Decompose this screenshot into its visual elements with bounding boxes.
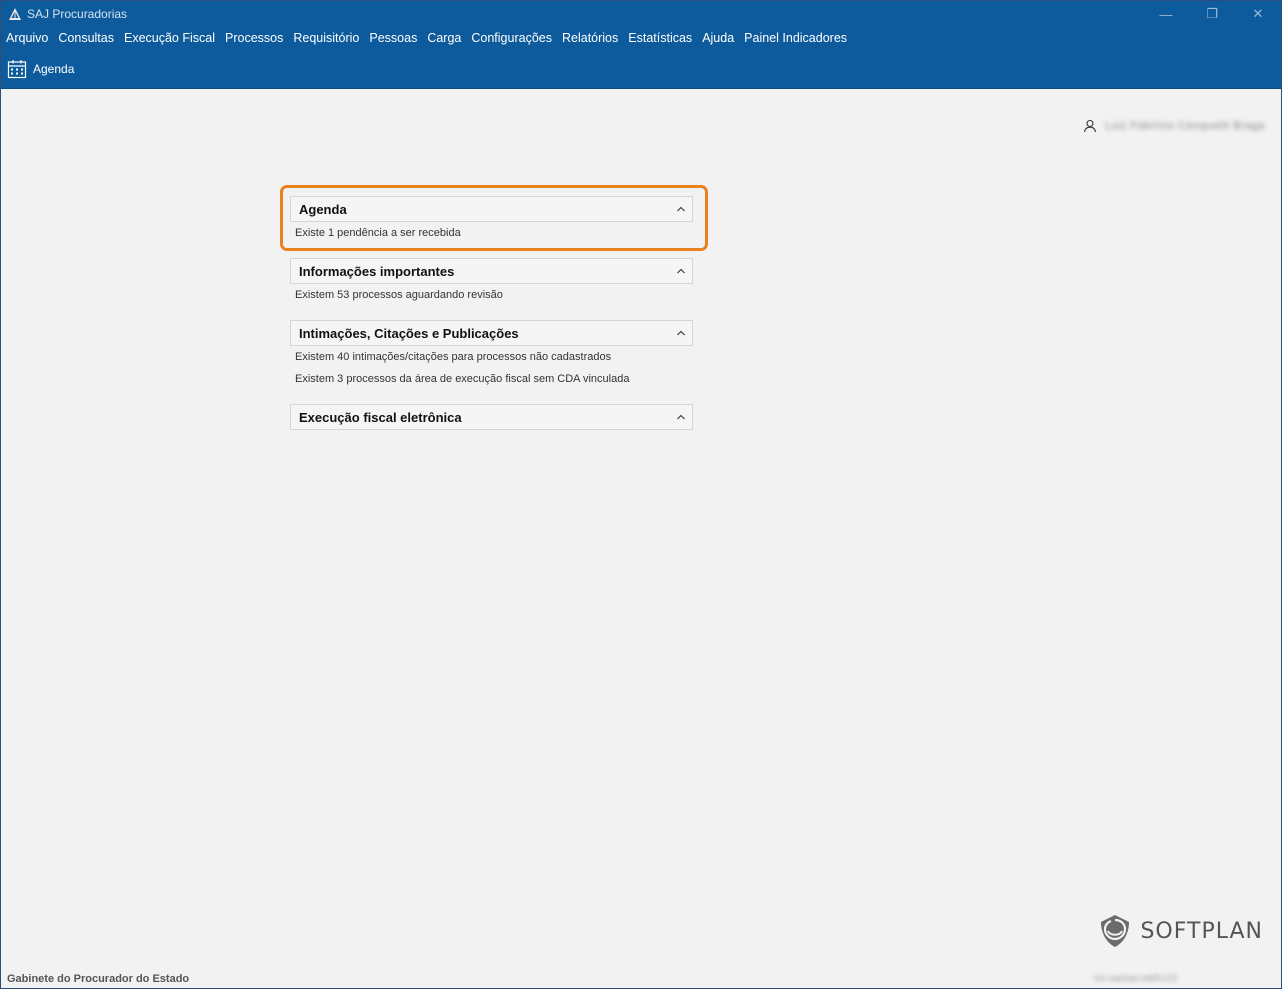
panel-header-intimacoes[interactable]: Intimações, Citações e Publicações [290, 320, 693, 346]
panel-title: Intimações, Citações e Publicações [299, 325, 519, 341]
window-controls: — ❐ ✕ [1143, 1, 1281, 27]
softplan-logo-icon [1101, 915, 1130, 947]
panel-intimacoes: Intimações, Citações e Publicações Exist… [290, 320, 693, 404]
user-name: Luiz Fabrício Cenquetti Braga [1104, 120, 1265, 132]
panel-body: Existe 1 pendência a ser recebida [290, 222, 693, 247]
menu-bar: Arquivo Consultas Execução Fiscal Proces… [1, 27, 1281, 49]
toolbar: Agenda [1, 49, 1281, 89]
menu-consultas[interactable]: Consultas [58, 31, 114, 45]
calendar-icon [7, 59, 27, 78]
menu-estatisticas[interactable]: Estatísticas [628, 31, 692, 45]
panel-execucao-fiscal-eletronica: Execução fiscal eletrônica [290, 404, 693, 434]
softplan-wordmark: SOFTPLAN [1140, 918, 1263, 944]
menu-carga[interactable]: Carga [427, 31, 461, 45]
panel-body: Existem 53 processos aguardando revisão [290, 284, 693, 309]
panel-line[interactable]: Existem 53 processos aguardando revisão [295, 287, 693, 309]
agenda-toolbar-label: Agenda [33, 61, 75, 76]
chevron-up-icon[interactable] [676, 266, 686, 276]
menu-arquivo[interactable]: Arquivo [6, 31, 48, 45]
panel-line[interactable]: Existe 1 pendência a ser recebida [295, 225, 693, 247]
dashboard-panels: Agenda Existe 1 pendência a ser recebida… [290, 196, 693, 434]
panel-line[interactable]: Existem 40 intimações/citações para proc… [295, 349, 693, 371]
panel-body: Existem 40 intimações/citações para proc… [290, 346, 693, 393]
menu-processos[interactable]: Processos [225, 31, 283, 45]
panel-agenda: Agenda Existe 1 pendência a ser recebida [290, 196, 693, 258]
status-server: hm.sadsad.sddfv123 [1093, 973, 1177, 983]
restore-button[interactable]: ❐ [1189, 1, 1235, 27]
panel-line[interactable]: Existem 3 processos da área de execução … [295, 371, 693, 393]
window-title: SAJ Procuradorias [27, 7, 128, 21]
close-button[interactable]: ✕ [1235, 1, 1281, 27]
menu-ajuda[interactable]: Ajuda [702, 31, 734, 45]
panel-informacoes-importantes: Informações importantes Existem 53 proce… [290, 258, 693, 320]
app-logo-icon [9, 8, 21, 20]
panel-title: Execução fiscal eletrônica [299, 409, 462, 425]
agenda-toolbar-button[interactable]: Agenda [7, 59, 74, 79]
softplan-brand: SOFTPLAN [1096, 912, 1263, 950]
chevron-up-icon[interactable] [676, 412, 686, 422]
chevron-up-icon[interactable] [676, 204, 686, 214]
panel-title: Informações importantes [299, 263, 455, 279]
panel-title: Agenda [299, 201, 347, 217]
panel-header-execucao[interactable]: Execução fiscal eletrônica [290, 404, 693, 430]
user-area[interactable]: Luiz Fabrício Cenquetti Braga [1083, 119, 1265, 133]
menu-configuracoes[interactable]: Configurações [471, 31, 552, 45]
chevron-up-icon[interactable] [676, 328, 686, 338]
menu-pessoas[interactable]: Pessoas [369, 31, 417, 45]
app-window: SAJ Procuradorias — ❐ ✕ Arquivo Consulta… [0, 0, 1282, 989]
menu-requisitorio[interactable]: Requisitório [293, 31, 359, 45]
menu-relatorios[interactable]: Relatórios [562, 31, 618, 45]
menu-execucao-fiscal[interactable]: Execução Fiscal [124, 31, 215, 45]
minimize-button[interactable]: — [1143, 1, 1189, 27]
panel-header-agenda[interactable]: Agenda [290, 196, 693, 222]
user-icon [1083, 119, 1097, 133]
status-department: Gabinete do Procurador do Estado [7, 973, 190, 985]
panel-header-informacoes[interactable]: Informações importantes [290, 258, 693, 284]
title-bar: SAJ Procuradorias — ❐ ✕ [1, 1, 1281, 27]
menu-painel-indicadores[interactable]: Painel Indicadores [744, 31, 847, 45]
